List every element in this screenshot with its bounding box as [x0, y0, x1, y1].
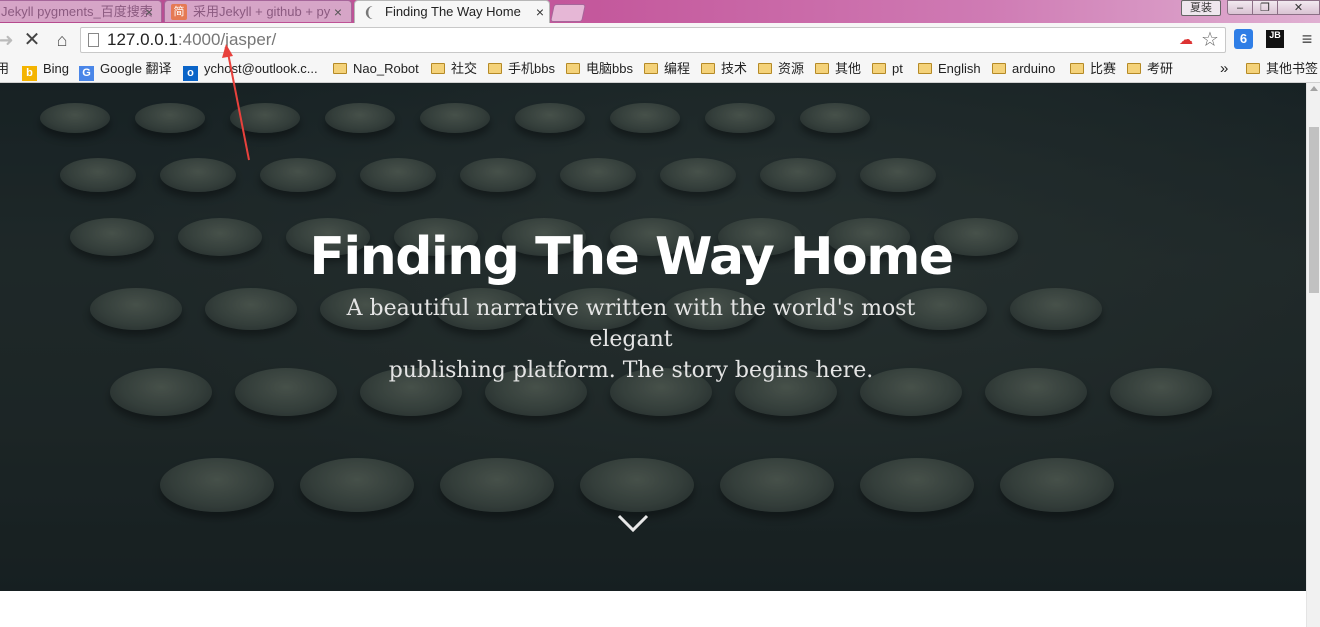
bookmark-label: English [938, 61, 981, 76]
folder-icon [1127, 63, 1141, 74]
bookmark-label: 考研 [1147, 61, 1174, 76]
tab-close-icon[interactable]: × [142, 1, 156, 22]
home-icon[interactable]: ⌂ [50, 27, 74, 53]
folder-icon [1070, 63, 1084, 74]
window-restore-button[interactable]: ❐ [1252, 0, 1278, 15]
bookmark-label: Google 翻译 [100, 61, 172, 76]
bookmark-label: 电脑bbs [586, 61, 633, 76]
folder-icon [992, 63, 1006, 74]
bookmark-label: 社交 [451, 61, 478, 76]
bookmarks-bar: 用 b Bing G Google 翻译 o ychost@outlook.c... … [0, 57, 1320, 83]
chrome-menu-icon[interactable]: ≡ [1298, 29, 1316, 49]
bookmark-label: 比赛 [1090, 61, 1117, 76]
outlook-icon: o [183, 66, 198, 81]
bing-icon: b [22, 66, 37, 81]
bookmark-label: 编程 [664, 61, 691, 76]
folder-icon [1246, 63, 1260, 74]
bookmark-label: 手机bbs [508, 61, 555, 76]
window-close-button[interactable]: ✕ [1277, 0, 1320, 15]
folder-icon [488, 63, 502, 74]
bookmark-label: 技术 [721, 61, 748, 76]
folder-icon [566, 63, 580, 74]
url-text[interactable]: 127.0.0.1:4000/jasper/ [107, 28, 276, 52]
blog-description: A beautiful narrative written with the w… [331, 293, 931, 386]
folder-icon [644, 63, 658, 74]
folder-icon [333, 63, 347, 74]
bookmark-label: 用 [0, 61, 10, 76]
page-scrollbar[interactable] [1306, 83, 1320, 627]
google-translate-icon: G [79, 66, 94, 81]
bookmark-folder-english[interactable]: English [918, 57, 981, 81]
bookmark-folder-arduino[interactable]: arduino [992, 57, 1055, 81]
bookmark-label: 资源 [778, 61, 805, 76]
scroll-up-arrow-icon[interactable] [1310, 86, 1318, 91]
jetbrains-extension-icon[interactable]: JB [1266, 30, 1284, 48]
bookmark-star-icon[interactable]: ☆ [1201, 28, 1219, 52]
address-bar[interactable]: 127.0.0.1:4000/jasper/ ☁ ☆ [80, 27, 1226, 53]
blog-description-line: publishing platform. The story begins he… [388, 358, 874, 383]
url-host: 127.0.0.1 [107, 30, 178, 49]
stop-loading-icon[interactable]: ✕ [20, 27, 44, 53]
scroll-down-chevron-icon[interactable] [616, 511, 650, 535]
bookmark-bing[interactable]: b Bing [22, 57, 69, 81]
bookmark-folder-nao-robot[interactable]: Nao_Robot [333, 57, 419, 81]
bookmark-folder-social[interactable]: 社交 [431, 57, 477, 81]
folder-icon [815, 63, 829, 74]
bookmark-google-translate[interactable]: G Google 翻译 [79, 57, 172, 81]
bookmark-folder-tech[interactable]: 技术 [701, 57, 747, 81]
bookmark-folder-exam[interactable]: 考研 [1127, 57, 1173, 81]
bookmark-folder-mobile-bbs[interactable]: 手机bbs [488, 57, 555, 81]
tab-finding-the-way-home[interactable]: ❨ Finding The Way Home × [354, 0, 550, 23]
bookmark-apps[interactable]: 用 [0, 57, 9, 81]
folder-icon [918, 63, 932, 74]
extension-6-icon[interactable]: 6 [1234, 29, 1253, 49]
other-bookmarks-folder[interactable]: 其他书签 [1246, 57, 1318, 81]
bookmark-label: arduino [1012, 61, 1056, 76]
bookmarks-overflow-button[interactable]: » [1220, 57, 1228, 81]
folder-icon [872, 63, 886, 74]
tab-title: Jekyll pygments_百度搜索 [1, 4, 153, 19]
ime-badge: 夏装 [1181, 0, 1221, 16]
loading-spinner-icon: ❨ [363, 4, 375, 20]
url-path: :4000/jasper/ [177, 30, 277, 49]
jianshu-favicon-icon: 简 [171, 4, 187, 20]
bookmark-folder-contest[interactable]: 比赛 [1070, 57, 1116, 81]
tab-title: 采用Jekyll + github + py [193, 4, 331, 19]
bookmark-folder-programming[interactable]: 编程 [644, 57, 690, 81]
tab-title: Finding The Way Home [385, 4, 521, 19]
tab-jekyll-github[interactable]: 简 采用Jekyll + github + py × [164, 0, 352, 22]
blog-title: Finding The Way Home [309, 227, 954, 287]
scrollbar-thumb[interactable] [1309, 127, 1319, 293]
bookmark-label: 其他书签 [1266, 61, 1319, 76]
bookmark-label: Nao_Robot [353, 61, 419, 76]
browser-toolbar: ➜ ✕ ⌂ 127.0.0.1:4000/jasper/ ☁ ☆ 6 JB ≡ [0, 23, 1320, 57]
cloud-sync-icon[interactable]: ☁ [1179, 31, 1193, 48]
bookmark-label: Bing [43, 61, 70, 76]
bookmark-folder-other[interactable]: 其他 [815, 57, 861, 81]
page-icon [88, 33, 99, 47]
bookmark-folder-resources[interactable]: 资源 [758, 57, 804, 81]
bookmark-label: pt [892, 61, 903, 76]
forward-icon[interactable]: ➜ [0, 27, 16, 53]
blog-description-line: A beautiful narrative written with the w… [346, 296, 916, 352]
jetbrains-label: JB [1269, 30, 1281, 40]
bookmark-folder-pc-bbs[interactable]: 电脑bbs [566, 57, 633, 81]
folder-icon [701, 63, 715, 74]
tab-close-icon[interactable]: × [533, 1, 547, 23]
folder-icon [431, 63, 445, 74]
bookmark-folder-pt[interactable]: pt [872, 57, 903, 81]
page-content-area [0, 591, 1306, 627]
bookmark-outlook[interactable]: o ychost@outlook.c... [183, 57, 318, 81]
folder-icon [758, 63, 772, 74]
bookmark-label: ychost@outlook.c... [204, 61, 318, 76]
window-title-bar: Jekyll pygments_百度搜索 × 简 采用Jekyll + gith… [0, 0, 1320, 23]
tab-close-icon[interactable]: × [331, 1, 345, 22]
tab-jekyll-pygments[interactable]: Jekyll pygments_百度搜索 × [0, 0, 162, 22]
bookmark-label: 其他 [835, 61, 862, 76]
hero-cover: Finding The Way Home A beautiful narrati… [0, 83, 1306, 591]
new-tab-button[interactable] [550, 4, 586, 22]
window-minimize-button[interactable]: – [1227, 0, 1253, 15]
